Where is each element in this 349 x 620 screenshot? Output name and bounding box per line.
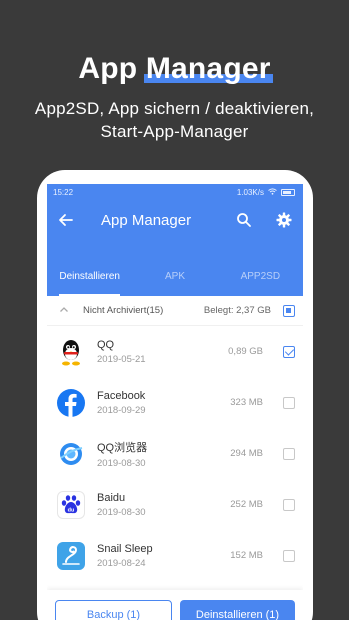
arrow-left-icon[interactable] — [55, 209, 77, 231]
group-header[interactable]: Nicht Archiviert(15) Belegt: 2,37 GB — [47, 296, 303, 326]
tab-apk[interactable]: APK — [132, 260, 217, 296]
app-name: Snail Sleep — [97, 542, 153, 555]
promo-title: App Manager — [0, 52, 349, 86]
app-size: 323 MB — [230, 397, 263, 408]
bottom-action-bar: Backup (1) Deinstallieren (1) — [47, 590, 303, 620]
list-item[interactable]: Snail Sleep 2019-08-24 152 MB — [47, 530, 303, 581]
baidu-app-icon: du — [57, 490, 85, 519]
tab-app2sd[interactable]: APP2SD — [218, 260, 303, 296]
group-label: Nicht Archiviert(15) — [83, 305, 164, 316]
promo-subtitle: App2SD, App sichern / deaktivieren, Star… — [0, 97, 349, 143]
app-date: 2019-08-30 — [97, 506, 146, 518]
group-select-checkbox[interactable] — [283, 304, 295, 317]
list-item[interactable]: du Baidu 2019-08-30 252 MB — [47, 479, 303, 530]
facebook-app-icon — [57, 388, 85, 417]
phone-screen: 15:22 1.03K/s App Manager Deinstallieren… — [47, 184, 303, 620]
promo-subtitle-line1: App2SD, App sichern / deaktivieren, — [34, 99, 315, 118]
group-used-size: Belegt: 2,37 GB — [203, 305, 271, 316]
app-checkbox[interactable] — [283, 345, 295, 358]
app-name: Baidu — [97, 491, 126, 504]
backup-button[interactable]: Backup (1) — [55, 599, 172, 620]
status-net-speed: 1.03K/s — [236, 187, 264, 197]
promo-title-part1: App — [78, 52, 146, 85]
app-checkbox[interactable] — [283, 549, 295, 562]
phone-frame: 15:22 1.03K/s App Manager Deinstallieren… — [37, 170, 313, 620]
list-item[interactable]: QQ 2019-05-21 0,89 GB — [47, 326, 303, 377]
uninstall-button[interactable]: Deinstallieren (1) — [180, 599, 295, 620]
app-checkbox[interactable] — [283, 447, 295, 460]
gear-icon[interactable] — [273, 209, 295, 231]
app-date: 2019-08-30 — [97, 457, 146, 469]
qq-browser-app-icon — [57, 440, 85, 468]
app-size: 152 MB — [230, 550, 263, 561]
qq-app-icon — [57, 338, 85, 366]
toolbar-title: App Manager — [101, 211, 192, 229]
status-bar: 15:22 1.03K/s — [47, 184, 303, 200]
list-item[interactable]: QQ浏览器 2019-08-30 294 MB — [47, 428, 303, 479]
search-icon[interactable] — [233, 209, 255, 231]
app-size: 252 MB — [230, 499, 263, 510]
snail-sleep-app-icon — [57, 541, 85, 570]
svg-text:du: du — [68, 507, 75, 513]
promo-subtitle-line2: Start-App-Manager — [100, 122, 249, 141]
chevron-up-icon[interactable] — [59, 305, 73, 316]
app-date: 2018-09-29 — [97, 404, 146, 416]
tab-bar: Deinstallieren APK APP2SD — [47, 260, 303, 296]
app-date: 2019-05-21 — [97, 353, 146, 365]
toolbar: App Manager — [47, 200, 303, 240]
app-name: QQ浏览器 — [97, 441, 148, 454]
app-name: QQ — [97, 338, 115, 351]
app-size: 294 MB — [230, 448, 263, 459]
promo-title-highlight: Manager — [143, 52, 273, 85]
battery-icon — [281, 188, 295, 196]
tab-deinstallieren[interactable]: Deinstallieren — [47, 260, 132, 296]
app-checkbox[interactable] — [283, 498, 295, 511]
app-size: 0,89 GB — [228, 346, 263, 357]
app-checkbox[interactable] — [283, 396, 295, 409]
status-time: 15:22 — [53, 187, 74, 197]
app-bar: 15:22 1.03K/s App Manager Deinstallieren… — [47, 184, 303, 296]
app-name: Facebook — [97, 389, 146, 402]
list-item[interactable]: Facebook 2018-09-29 323 MB — [47, 377, 303, 428]
app-date: 2019-08-24 — [97, 557, 146, 569]
wifi-icon — [268, 187, 277, 197]
